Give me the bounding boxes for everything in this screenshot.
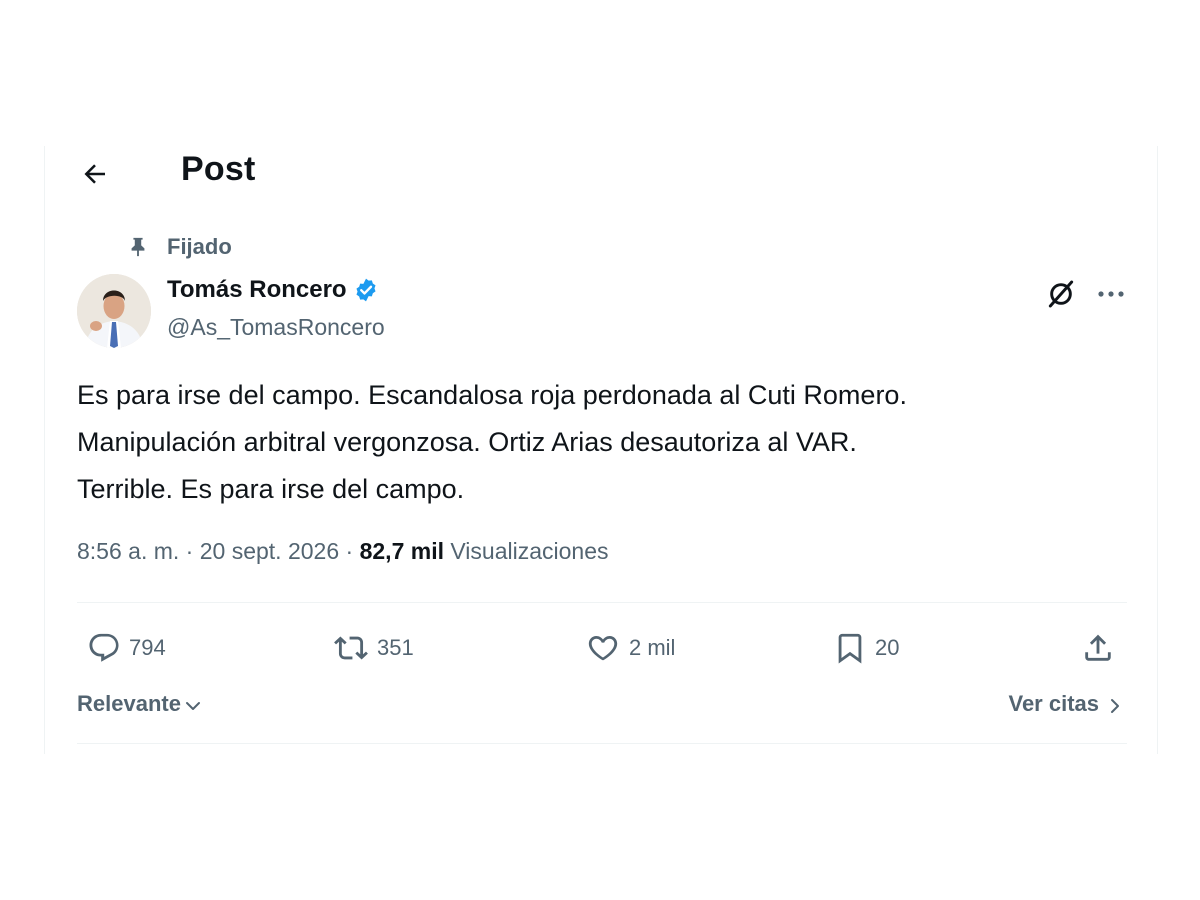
share-button[interactable] — [1081, 626, 1123, 670]
bookmark-button[interactable]: 20 — [833, 626, 899, 670]
pinned-label: Fijado — [167, 234, 232, 259]
like-count: 2 mil — [629, 635, 676, 660]
views-count: 82,7 mil — [359, 538, 444, 564]
divider — [77, 743, 1127, 744]
bookmark-count: 20 — [875, 635, 900, 660]
share-icon — [1081, 631, 1115, 665]
like-button[interactable]: 2 mil — [585, 626, 675, 670]
post-text-line: Terrible. Es para irse del campo. — [77, 474, 465, 504]
view-quotes-label: Ver citas — [1008, 691, 1099, 716]
post-text: Es para irse del campo. Escandalosa roja… — [77, 372, 1127, 513]
reply-button[interactable]: 794 — [87, 626, 166, 670]
view-quotes-link[interactable]: Ver citas — [1008, 691, 1125, 717]
post-meta: 8:56 a. m. · 20 sept. 2026 · 82,7 mil Vi… — [77, 538, 609, 565]
reply-count: 794 — [129, 635, 166, 660]
chevron-right-icon — [1111, 698, 1119, 713]
sort-dropdown[interactable]: Relevante — [77, 691, 203, 717]
arrow-left-icon — [84, 164, 105, 184]
chevron-down-icon — [185, 702, 200, 710]
sort-label: Relevante — [77, 691, 181, 716]
post-text-line: Es para irse del campo. Escandalosa roja… — [77, 380, 907, 410]
post-actions: 794 351 2 mil 20 — [77, 626, 1127, 670]
pinned-indicator: Fijado — [123, 234, 232, 260]
post-text-line: Manipulación arbitral vergonzosa. Ortiz … — [77, 427, 857, 457]
views-label: Visualizaciones — [450, 538, 609, 564]
avatar[interactable] — [77, 274, 151, 348]
repost-icon — [333, 631, 369, 665]
pin-icon — [123, 235, 153, 259]
more-options-button[interactable] — [1091, 274, 1131, 314]
verified-badge-icon — [353, 277, 379, 303]
grok-icon — [1048, 280, 1074, 308]
page-title: Post — [181, 150, 256, 188]
meta-separator: · — [339, 538, 360, 564]
repost-button[interactable]: 351 — [333, 626, 414, 670]
post-time[interactable]: 8:56 a. m. — [77, 538, 179, 564]
back-button[interactable] — [77, 156, 113, 192]
heart-icon — [585, 631, 621, 665]
meta-separator: · — [179, 538, 200, 564]
divider — [77, 602, 1127, 603]
author-name-text: Tomás Roncero — [167, 276, 347, 303]
grok-button[interactable] — [1041, 274, 1081, 314]
author-name[interactable]: Tomás Roncero — [167, 276, 379, 304]
reply-icon — [87, 631, 121, 665]
repost-count: 351 — [377, 635, 414, 660]
post-panel: Post Fijado Tomás Roncero @As_TomasRonce… — [44, 146, 1158, 754]
more-horizontal-icon — [1098, 291, 1124, 297]
bookmark-icon — [833, 631, 867, 665]
author-handle[interactable]: @As_TomasRoncero — [167, 314, 385, 341]
post-header: Post — [45, 146, 1157, 198]
post-date[interactable]: 20 sept. 2026 — [200, 538, 339, 564]
